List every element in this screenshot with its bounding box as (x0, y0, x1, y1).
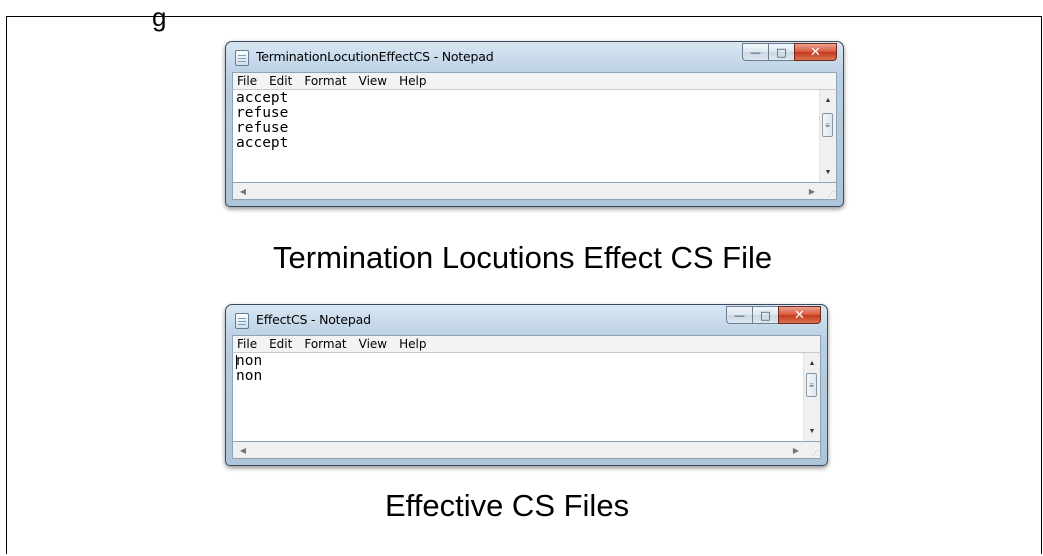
close-button[interactable]: ✕ (778, 306, 821, 324)
menu-bar: File Edit Format View Help (232, 335, 821, 353)
scroll-thumb[interactable]: ≡ (806, 373, 817, 397)
menu-view[interactable]: View (359, 74, 387, 88)
scroll-up-icon[interactable]: ▲ (820, 92, 836, 108)
text-editor-area[interactable]: accept refuse refuse accept ▲ ≡ ▼ (232, 90, 837, 182)
menu-file[interactable]: File (237, 337, 257, 351)
window-controls: — □ ✕ (726, 306, 821, 326)
scroll-down-icon[interactable]: ▼ (804, 423, 820, 439)
horizontal-scrollbar[interactable]: ◀ ▶ ⋰ (232, 182, 837, 200)
scroll-right-icon[interactable]: ▶ (788, 442, 804, 458)
title-bar[interactable]: TerminationLocutionEffectCS - Notepad — … (226, 42, 843, 72)
menu-view[interactable]: View (359, 337, 387, 351)
menu-format[interactable]: Format (304, 74, 346, 88)
document-text[interactable]: accept refuse refuse accept (236, 91, 288, 151)
caption-effective: Effective CS Files (385, 488, 630, 523)
menu-format[interactable]: Format (304, 337, 346, 351)
minimize-button[interactable]: — (726, 306, 752, 324)
resize-grip-icon[interactable]: ⋰ (828, 190, 835, 198)
resize-grip-icon[interactable]: ⋰ (812, 449, 819, 457)
text-editor-area[interactable]: non non ▲ ≡ ▼ (232, 353, 821, 441)
cropped-heading-text: g (152, 2, 167, 32)
scroll-left-icon[interactable]: ◀ (235, 183, 251, 199)
window-controls: — □ ✕ (742, 43, 837, 63)
scroll-down-icon[interactable]: ▼ (820, 164, 836, 180)
menu-help[interactable]: Help (399, 74, 426, 88)
menu-bar: File Edit Format View Help (232, 72, 837, 90)
maximize-button[interactable]: □ (768, 43, 794, 61)
scroll-up-icon[interactable]: ▲ (804, 355, 820, 371)
horizontal-scrollbar[interactable]: ◀ ▶ ⋰ (232, 441, 821, 459)
minimize-button[interactable]: — (742, 43, 768, 61)
maximize-button[interactable]: □ (752, 306, 778, 324)
notepad-icon (235, 313, 249, 329)
close-button[interactable]: ✕ (794, 43, 837, 61)
scroll-right-icon[interactable]: ▶ (804, 183, 820, 199)
menu-edit[interactable]: Edit (269, 74, 292, 88)
menu-help[interactable]: Help (399, 337, 426, 351)
window-title: EffectCS - Notepad (256, 312, 371, 327)
caption-termination: Termination Locutions Effect CS File (273, 240, 773, 275)
scroll-left-icon[interactable]: ◀ (235, 442, 251, 458)
title-bar[interactable]: EffectCS - Notepad — □ ✕ (226, 305, 827, 335)
menu-file[interactable]: File (237, 74, 257, 88)
notepad-window-effectcs[interactable]: EffectCS - Notepad — □ ✕ File Edit Forma… (225, 304, 828, 466)
document-text[interactable]: non non (236, 354, 262, 384)
vertical-scrollbar[interactable]: ▲ ≡ ▼ (803, 353, 820, 441)
scroll-thumb[interactable]: ≡ (822, 113, 833, 137)
window-title: TerminationLocutionEffectCS - Notepad (256, 49, 494, 64)
menu-edit[interactable]: Edit (269, 337, 292, 351)
vertical-scrollbar[interactable]: ▲ ≡ ▼ (819, 90, 836, 182)
notepad-icon (235, 50, 249, 66)
notepad-window-termination[interactable]: TerminationLocutionEffectCS - Notepad — … (225, 41, 844, 207)
